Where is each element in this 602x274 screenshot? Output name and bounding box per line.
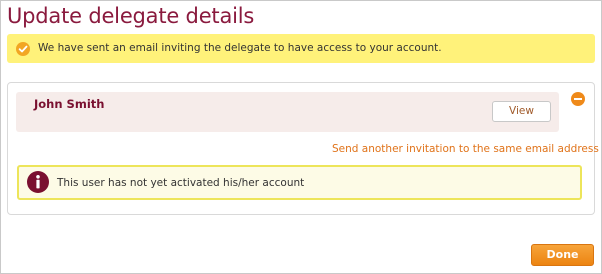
done-button[interactable]: Done	[531, 244, 594, 266]
resend-invitation-link[interactable]: Send another invitation to the same emai…	[332, 143, 599, 155]
delegate-name: John Smith	[34, 97, 105, 111]
notice-text: We have sent an email inviting the deleg…	[38, 42, 442, 54]
page-title: Update delegate details	[7, 4, 255, 28]
info-icon	[27, 171, 49, 193]
minus-circle-icon[interactable]	[571, 92, 585, 106]
status-text: This user has not yet activated his/her …	[57, 177, 305, 189]
view-button[interactable]: View	[492, 101, 551, 122]
check-circle-icon	[16, 42, 30, 56]
